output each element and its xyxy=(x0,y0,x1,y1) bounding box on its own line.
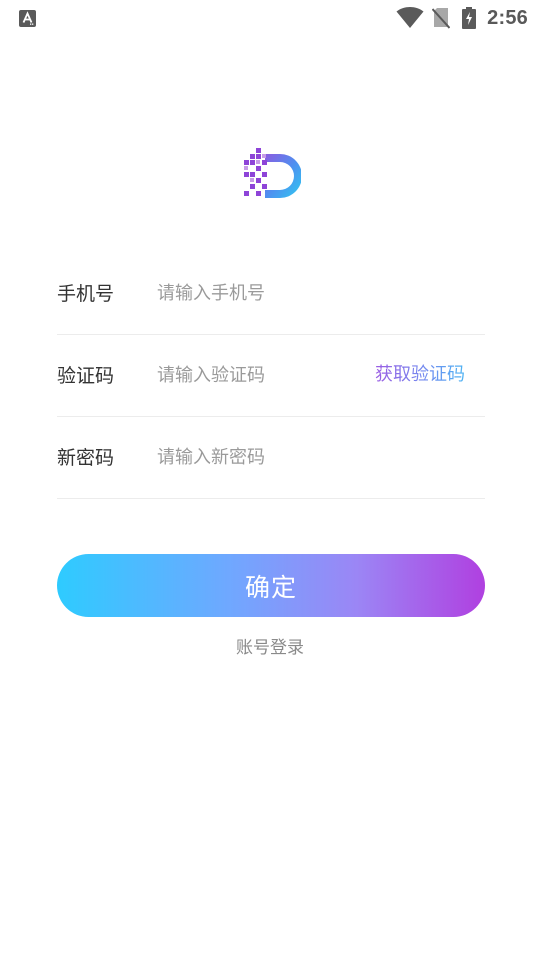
verification-code-label: 验证码 xyxy=(57,365,115,387)
phone-row: 手机号 xyxy=(57,252,485,335)
new-password-label: 新密码 xyxy=(57,447,115,469)
verification-code-input[interactable] xyxy=(157,360,357,390)
status-time: 2:56 xyxy=(487,6,528,29)
confirm-button[interactable]: 确定 xyxy=(57,554,485,617)
phone-input[interactable] xyxy=(157,278,357,308)
new-password-row: 新密码 xyxy=(57,416,485,499)
new-password-input[interactable] xyxy=(157,442,357,472)
account-login-link[interactable]: 账号登录 xyxy=(0,633,540,658)
status-bar: 2:56 xyxy=(0,0,540,36)
accessibility-a-icon xyxy=(19,10,36,27)
no-sim-icon xyxy=(432,8,451,29)
verification-code-row: 验证码 获取验证码 xyxy=(57,334,485,417)
forgot-password-screen: 2:56 手机号 请输入手机号 验证码 请输入验证码 获取验证码 新密码 确定 … xyxy=(0,0,540,960)
battery-charging-icon xyxy=(462,7,477,29)
get-code-button[interactable]: 获取验证码 xyxy=(375,363,465,387)
phone-label: 手机号 xyxy=(57,283,115,305)
wifi-icon xyxy=(396,7,424,28)
status-icons: 2:56 xyxy=(396,4,528,32)
pixel-d-logo-icon xyxy=(244,148,301,198)
